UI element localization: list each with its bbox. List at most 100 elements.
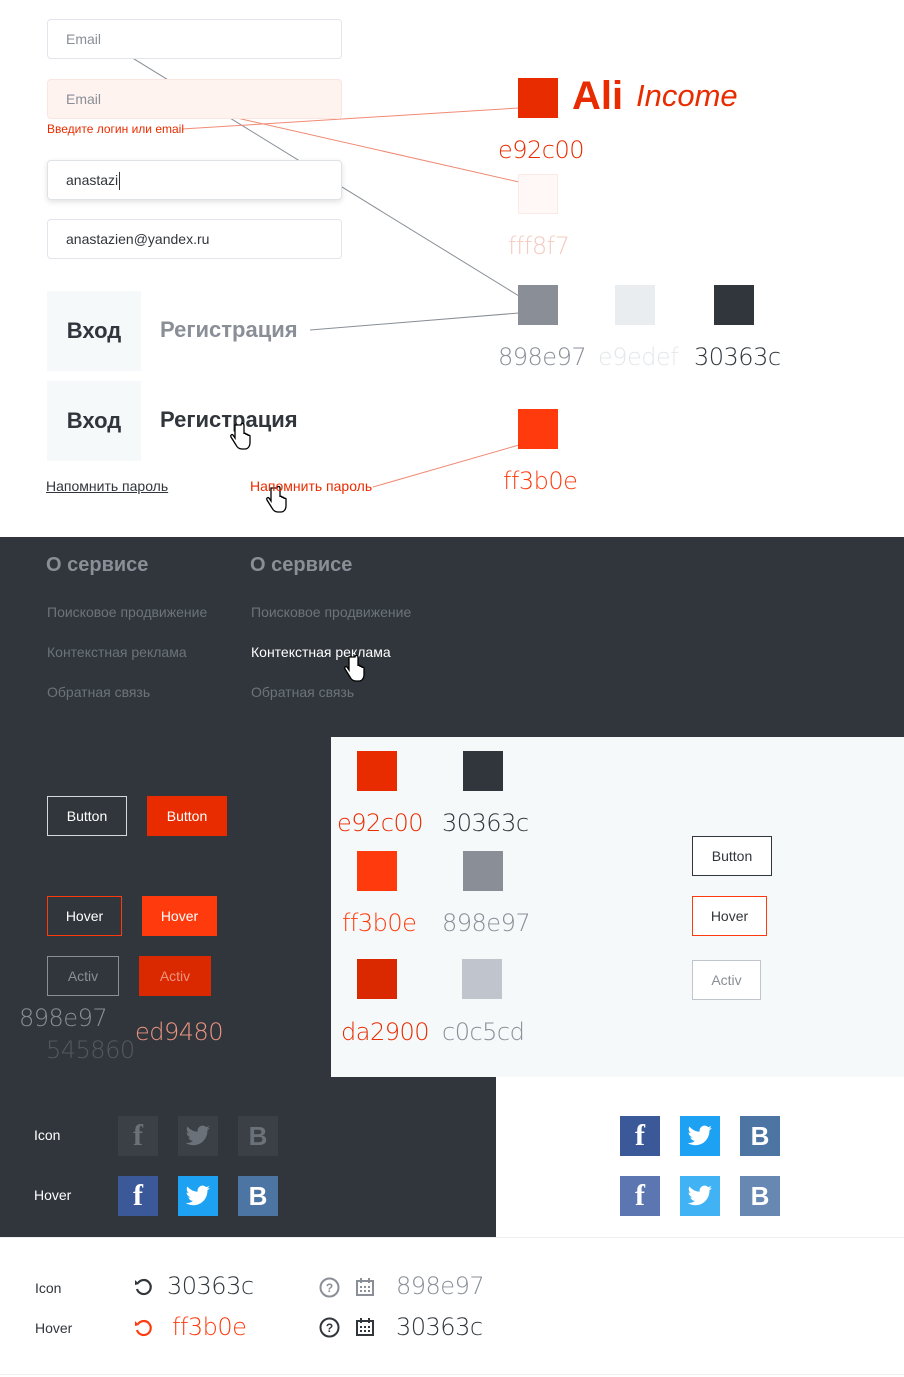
swatch-active (357, 959, 397, 999)
swatch-error-bg (518, 174, 558, 214)
swatch-dark (463, 751, 503, 791)
swatch-brand (357, 751, 397, 791)
hex-hover: ff3b0e (342, 909, 417, 937)
button-outline-hover[interactable]: Hover (47, 896, 122, 936)
hex-hover: ff3b0e (503, 467, 578, 495)
footer-menu-title: О сервисе (46, 554, 149, 576)
facebook-glyph: f (635, 1179, 645, 1212)
logo-income: Income (636, 78, 738, 113)
button-outline[interactable]: Button (47, 796, 127, 836)
facebook-icon[interactable]: f (118, 1116, 158, 1156)
svg-text:?: ? (326, 1281, 333, 1295)
vk-icon[interactable]: B (238, 1116, 278, 1156)
hex-grey: 898e97 (442, 909, 531, 937)
vk-icon-light[interactable]: B (740, 1116, 780, 1156)
vk-icon-hover[interactable]: B (238, 1176, 278, 1216)
hex-light-grey: e9edef (598, 343, 679, 371)
twitter-bird-icon (185, 1185, 210, 1206)
tab-register[interactable]: Регистрация (160, 317, 298, 343)
social-icon-label: Icon (34, 1127, 61, 1143)
swatch-dark (714, 285, 754, 325)
hex-light: c0c5cd (442, 1018, 525, 1046)
button-outline-light-active[interactable]: Activ (692, 960, 761, 1000)
tab-login-active[interactable]: Вход (47, 381, 141, 461)
facebook-icon-light[interactable]: f (620, 1116, 660, 1156)
hex-grey: 898e97 (498, 343, 587, 371)
footer-menu-item[interactable]: Обратная связь (47, 684, 150, 700)
footer-menu-item[interactable]: Обратная связь (251, 684, 354, 700)
hex-dark: 30363c (442, 809, 529, 837)
refresh-icon[interactable] (133, 1277, 153, 1297)
logo-ali: Ali (572, 74, 624, 118)
tab-login[interactable]: Вход (47, 291, 141, 371)
facebook-icon-light-hover[interactable]: f (620, 1176, 660, 1216)
email-error-placeholder: Email (66, 91, 102, 107)
vk-glyph: B (750, 1180, 770, 1211)
twitter-bird-icon (185, 1125, 210, 1146)
hex-icon-dark-2: 30363c (396, 1313, 483, 1341)
remind-password-link[interactable]: Напомнить пароль (46, 478, 168, 494)
login-input-focused[interactable]: anastazi (47, 160, 342, 200)
hex-active: da2900 (341, 1018, 430, 1046)
hand-cursor-icon (230, 422, 251, 450)
hex-icon-dark: 30363c (167, 1272, 254, 1300)
login-input-value: anastazi (66, 172, 119, 188)
footer-menu-item[interactable]: Контекстная реклама (47, 644, 187, 660)
question-icon-hover[interactable]: ? (319, 1317, 340, 1338)
email-input-error[interactable]: Email (47, 79, 342, 119)
hex-brand: e92c00 (337, 809, 424, 837)
footer-menu-item[interactable]: Поисковое продвижение (251, 604, 411, 620)
facebook-glyph: f (133, 1119, 143, 1152)
bottom-divider (0, 1374, 904, 1375)
remind-password-link-hover[interactable]: Напомнить пароль (250, 478, 372, 494)
error-message: Введите логин или email (47, 122, 184, 136)
twitter-icon-hover[interactable] (178, 1176, 218, 1216)
logo-square-icon (518, 78, 558, 118)
button-outline-active[interactable]: Activ (47, 956, 119, 996)
twitter-icon-light-hover[interactable] (680, 1176, 720, 1216)
hex-outline-active-text: 545860 (46, 1036, 135, 1064)
facebook-glyph: f (133, 1179, 143, 1212)
twitter-icon[interactable] (178, 1116, 218, 1156)
button-filled-active[interactable]: Activ (139, 956, 211, 996)
footer-menu-title-hover: О сервисе (250, 554, 353, 576)
svg-text:?: ? (326, 1321, 333, 1335)
hex-icon-hover: ff3b0e (172, 1313, 247, 1341)
swatch-light-grey (615, 285, 655, 325)
calendar-icon-hover[interactable] (355, 1317, 375, 1337)
section-divider (0, 1237, 904, 1238)
swatch-grey (463, 851, 503, 891)
button-outline-light-hover[interactable]: Hover (692, 896, 767, 936)
twitter-icon-light[interactable] (680, 1116, 720, 1156)
button-outline-light[interactable]: Button (692, 836, 772, 876)
button-filled-hover[interactable]: Hover (142, 896, 217, 936)
calendar-icon[interactable] (355, 1277, 375, 1297)
refresh-icon-hover[interactable] (133, 1318, 153, 1338)
footer-menu-item[interactable]: Поисковое продвижение (47, 604, 207, 620)
hex-filled-active-text: ed9480 (135, 1018, 224, 1046)
hex-dark: 30363c (694, 343, 781, 371)
hex-error-bg: fff8f7 (508, 232, 570, 260)
question-icon[interactable]: ? (319, 1277, 340, 1298)
icons-hover-label: Hover (35, 1320, 73, 1336)
facebook-glyph: f (635, 1119, 645, 1152)
email-placeholder: Email (66, 31, 102, 47)
swatch-light (462, 959, 502, 999)
twitter-bird-icon (687, 1185, 712, 1206)
swatch-hover (518, 409, 558, 449)
vk-glyph: B (248, 1120, 268, 1151)
facebook-icon-hover[interactable]: f (118, 1176, 158, 1216)
swatch-hover (357, 851, 397, 891)
button-filled[interactable]: Button (147, 796, 227, 836)
icons-icon-label: Icon (35, 1280, 62, 1296)
social-hover-label: Hover (34, 1187, 72, 1203)
footer-menu-item-hovered[interactable]: Контекстная реклама (251, 644, 391, 660)
vk-icon-light-hover[interactable]: B (740, 1176, 780, 1216)
email-input-filled[interactable]: anastazien@yandex.ru (47, 219, 342, 259)
hex-outline-active-border: 898e97 (19, 1004, 108, 1032)
twitter-bird-icon (687, 1125, 712, 1146)
email-input[interactable]: Email (47, 19, 342, 59)
hand-cursor-icon (344, 654, 365, 682)
vk-glyph: B (248, 1180, 268, 1211)
vk-glyph: B (750, 1120, 770, 1151)
